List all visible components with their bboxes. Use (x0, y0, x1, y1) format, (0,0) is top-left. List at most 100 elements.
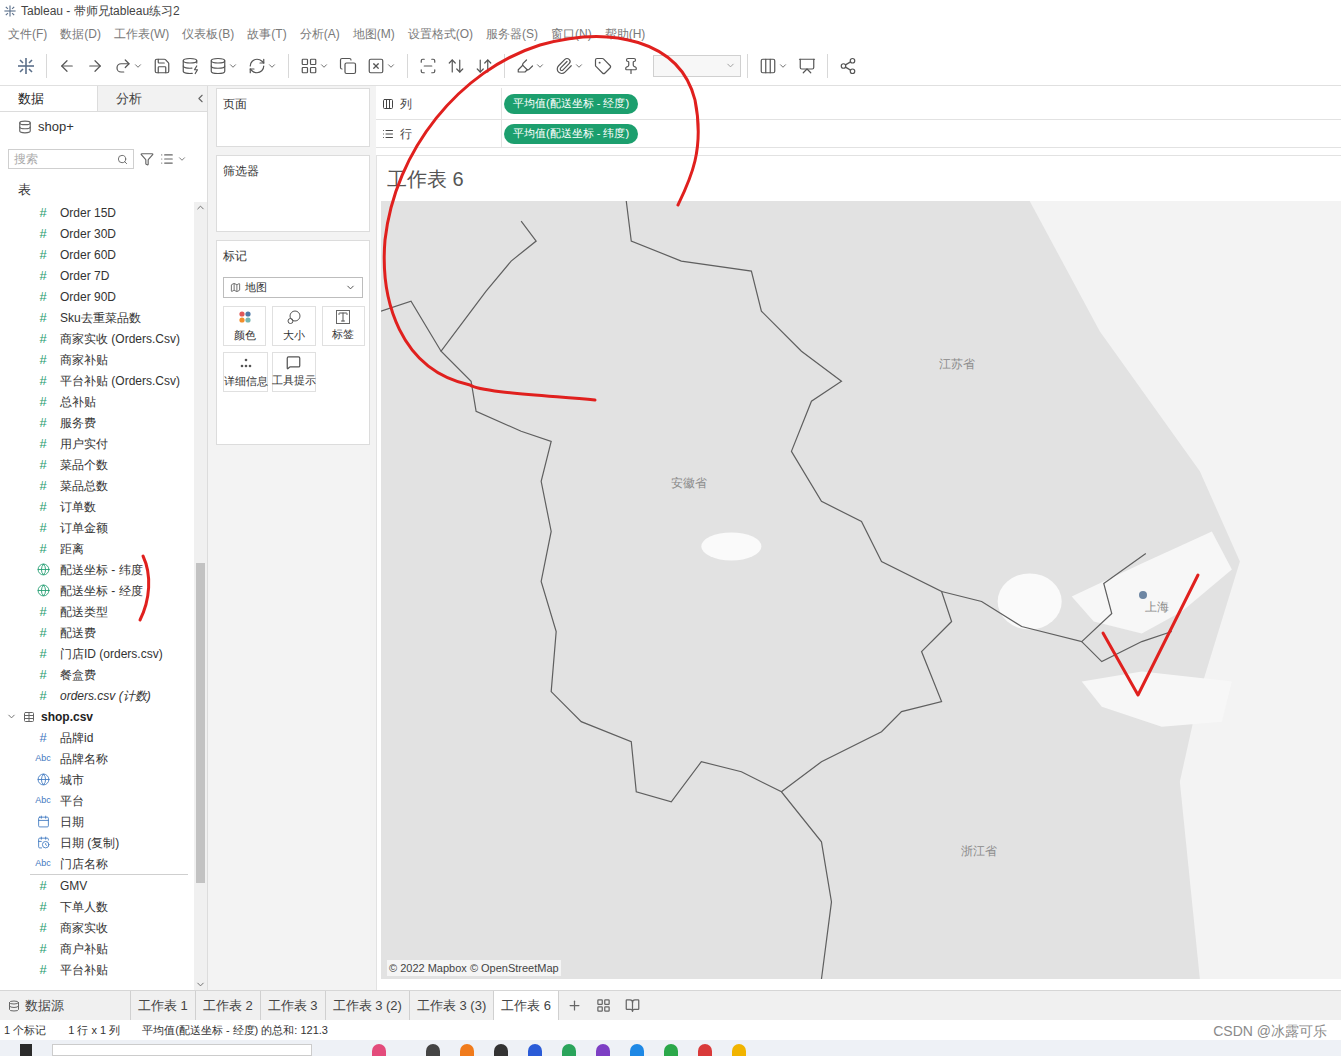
datasource-item[interactable]: shop+ (0, 112, 207, 142)
field-item[interactable]: #平台补贴 (Orders.Csv) (0, 370, 194, 391)
app-icon[interactable] (426, 1044, 440, 1056)
search-field[interactable]: 搜索 (8, 149, 134, 169)
field-item[interactable]: #用户实付 (0, 433, 194, 454)
app-icon[interactable] (664, 1044, 678, 1056)
taskbar-search[interactable] (52, 1044, 312, 1056)
pages-card[interactable]: 页面 (216, 88, 370, 147)
filter-icon[interactable] (140, 152, 154, 166)
field-item[interactable]: 日期 (0, 811, 194, 832)
field-item[interactable]: #配送费 (0, 622, 194, 643)
field-item[interactable]: #菜品个数 (0, 454, 194, 475)
presentation[interactable] (793, 51, 821, 81)
field-item[interactable]: #Order 7D (0, 265, 194, 286)
field-item[interactable]: #订单数 (0, 496, 194, 517)
mark-type-dropdown[interactable]: 地图 (223, 277, 363, 298)
field-item[interactable]: #商户补贴 (0, 938, 194, 959)
mark-button[interactable]: 详细信息 (223, 352, 268, 392)
menu-item[interactable]: 窗口(N) (551, 25, 592, 43)
pane-tab[interactable]: 分析 (97, 86, 194, 111)
duplicate[interactable] (334, 51, 362, 81)
field-item[interactable]: #餐盒费 (0, 664, 194, 685)
share[interactable] (834, 51, 862, 81)
sheet-tab[interactable]: 工作表 2 (195, 991, 260, 1020)
menu-item[interactable]: 分析(A) (300, 25, 340, 43)
menu-item[interactable]: 仪表板(B) (182, 25, 234, 43)
start-icon[interactable] (20, 1044, 32, 1056)
field-item[interactable]: #orders.csv (计数) (0, 685, 194, 706)
new-sheet-icon[interactable] (567, 998, 582, 1013)
replay[interactable] (109, 51, 148, 81)
new-dashboard-icon[interactable] (596, 998, 611, 1013)
app-icon[interactable] (494, 1044, 508, 1056)
clear-sheet[interactable] (362, 51, 401, 81)
field-item[interactable]: Abc门店名称 (0, 853, 194, 874)
pause-updates[interactable] (204, 51, 243, 81)
sheet-tab[interactable]: 工作表 6 (493, 991, 558, 1020)
field-item[interactable]: #商家实收 (0, 917, 194, 938)
sheet-tab[interactable]: 工作表 3 (2) (325, 991, 409, 1020)
field-pill[interactable]: 平均值(配送坐标 - 经度) (504, 94, 638, 114)
field-item[interactable]: 日期 (复制) (0, 832, 194, 853)
filters-card[interactable]: 筛选器 (216, 155, 370, 232)
menu-item[interactable]: 地图(M) (353, 25, 395, 43)
mark-button[interactable]: 大小 (272, 306, 315, 346)
field-item[interactable]: #GMV (0, 875, 194, 896)
menu-item[interactable]: 文件(F) (8, 25, 47, 43)
new-story-icon[interactable] (625, 998, 640, 1013)
menu-item[interactable]: 工作表(W) (114, 25, 169, 43)
show-me[interactable] (754, 51, 793, 81)
app-icon[interactable] (372, 1044, 386, 1056)
app-icon[interactable] (562, 1044, 576, 1056)
undo[interactable] (53, 51, 81, 81)
field-item[interactable]: #门店ID (orders.csv) (0, 643, 194, 664)
field-item[interactable]: #配送类型 (0, 601, 194, 622)
mark-button[interactable]: 标签 (322, 306, 365, 346)
field-item[interactable]: Abc品牌名称 (0, 748, 194, 769)
app-icon[interactable] (698, 1044, 712, 1056)
fit-dropdown[interactable] (653, 55, 741, 77)
datasource-tab[interactable]: 数据源 (0, 991, 130, 1020)
sheet-tab[interactable]: 工作表 3 (260, 991, 325, 1020)
field-item[interactable]: #商家实收 (Orders.Csv) (0, 328, 194, 349)
list-view-icon[interactable] (160, 152, 174, 166)
map-point[interactable] (1139, 591, 1147, 599)
pane-tab[interactable]: 数据 (0, 86, 97, 111)
collapse-pane-icon[interactable] (194, 92, 207, 105)
sheet-tab[interactable]: 工作表 1 (130, 991, 195, 1020)
field-item[interactable]: #Order 30D (0, 223, 194, 244)
swap[interactable] (414, 51, 442, 81)
field-item[interactable]: #距离 (0, 538, 194, 559)
show-labels[interactable] (589, 51, 617, 81)
highlight[interactable] (511, 51, 550, 81)
scrollbar[interactable] (194, 202, 207, 990)
scroll-up-icon[interactable] (195, 202, 206, 213)
redo[interactable] (81, 51, 109, 81)
app-icon[interactable] (460, 1044, 474, 1056)
field-item[interactable]: #下单人数 (0, 896, 194, 917)
new-sheet[interactable] (295, 51, 334, 81)
scroll-thumb[interactable] (196, 563, 205, 883)
app-icon[interactable] (630, 1044, 644, 1056)
menu-item[interactable]: 设置格式(O) (408, 25, 473, 43)
new-datasource[interactable] (176, 51, 204, 81)
field-item[interactable]: 配送坐标 - 纬度 (0, 559, 194, 580)
map[interactable]: 江苏省安徽省上海浙江省© 2022 Mapbox © OpenStreetMap (381, 201, 1341, 979)
field-item[interactable]: #菜品总数 (0, 475, 194, 496)
save[interactable] (148, 51, 176, 81)
mark-button[interactable]: 颜色 (223, 306, 266, 346)
field-item[interactable]: #Sku去重菜品数 (0, 307, 194, 328)
table-header[interactable]: shop.csv (0, 706, 194, 727)
app-icon[interactable] (732, 1044, 746, 1056)
field-item[interactable]: #品牌id (0, 727, 194, 748)
refresh[interactable] (243, 51, 282, 81)
field-item[interactable]: Abc平台 (0, 790, 194, 811)
field-item[interactable]: #Order 90D (0, 286, 194, 307)
field-item[interactable]: #总补贴 (0, 391, 194, 412)
field-item[interactable]: #商家补贴 (0, 349, 194, 370)
mark-button[interactable]: 工具提示 (272, 352, 315, 392)
group[interactable] (550, 51, 589, 81)
field-item[interactable]: #订单金额 (0, 517, 194, 538)
menu-item[interactable]: 故事(T) (247, 25, 286, 43)
field-pill[interactable]: 平均值(配送坐标 - 纬度) (504, 124, 638, 144)
menu-item[interactable]: 服务器(S) (486, 25, 538, 43)
